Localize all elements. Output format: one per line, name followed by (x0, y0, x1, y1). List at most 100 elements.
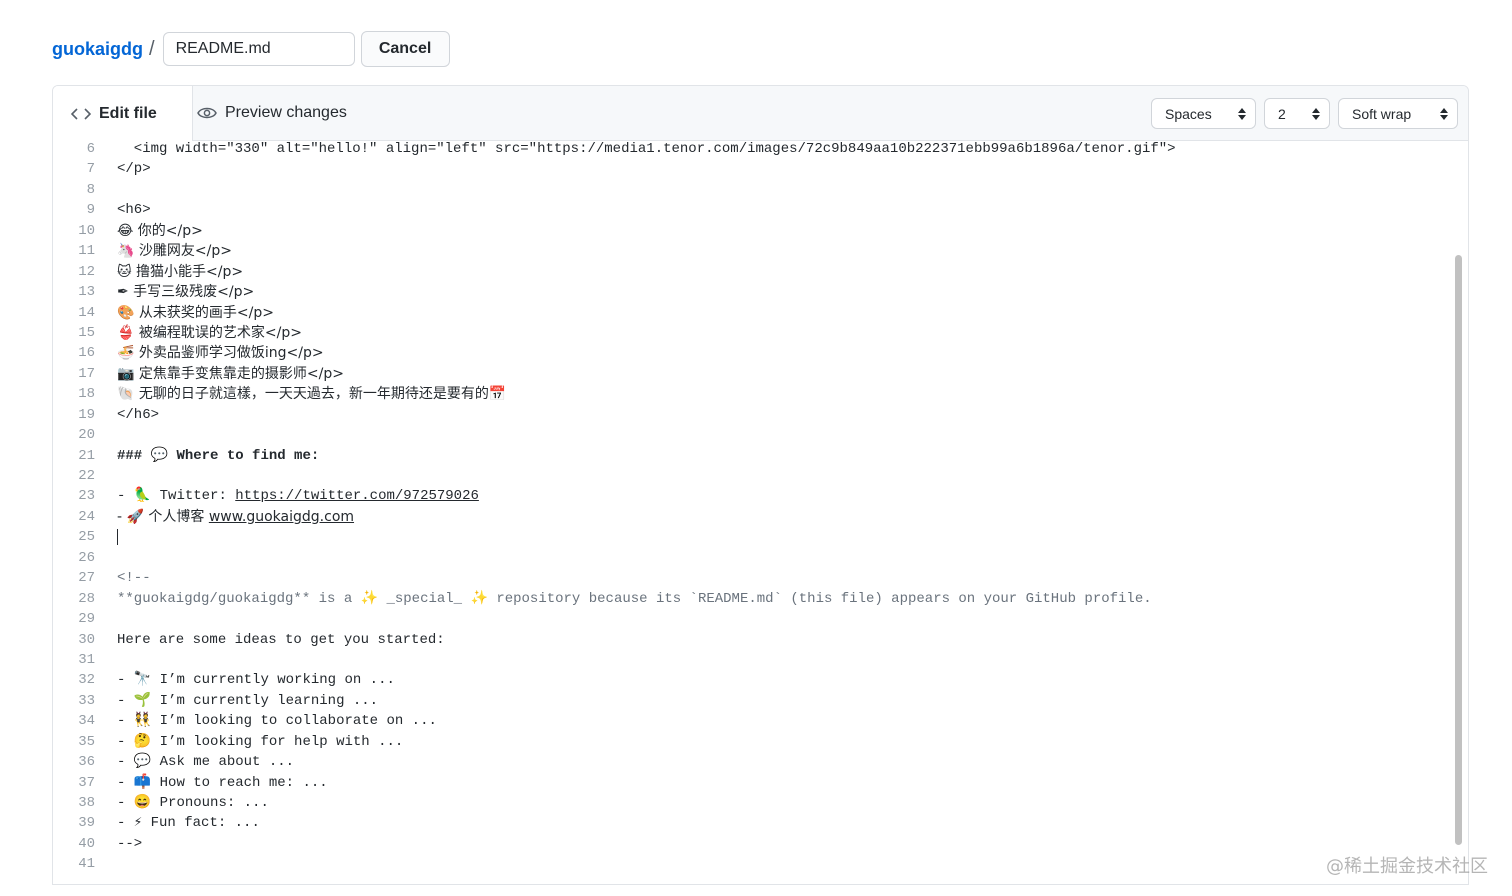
line-content: 🦄 沙雕网友</p> (117, 243, 232, 260)
tab-preview-label: Preview changes (225, 104, 347, 121)
line-content: <img width="330" alt="hello!" align="lef… (117, 141, 1176, 157)
select-arrows-icon (1238, 107, 1246, 120)
indent-size-select[interactable]: 2 (1264, 98, 1330, 129)
line-text: 📷 定焦靠手变焦靠走的摄影师</p> (117, 364, 344, 384)
breadcrumb-separator: / (149, 37, 155, 60)
code-line: 22 (53, 466, 1176, 486)
scrollbar-thumb[interactable] (1455, 255, 1462, 845)
line-text: 🍜 外卖品鉴师学习做饭ing</p> (117, 343, 324, 363)
code-line: 30 Here are some ideas to get you started… (53, 630, 1176, 650)
line-number: 41 (78, 856, 95, 873)
tab-preview-changes[interactable]: Preview changes (197, 86, 347, 140)
line-number: 31 (78, 651, 95, 668)
line-content: **guokaigdg/guokaigdg** is a ✨ _special_… (117, 590, 1152, 607)
code-editor[interactable]: 6 <img width="330" alt="hello!" align="l… (53, 141, 1468, 884)
code-line: 21 ### 💬 Where to find me: (53, 446, 1176, 466)
line-link[interactable]: https://twitter.com/972579026 (235, 488, 479, 504)
line-link[interactable]: www.guokaigdg.com (209, 509, 354, 525)
line-text: - ⚡ Fun fact: ... (117, 813, 260, 833)
text-cursor (117, 528, 118, 545)
line-text: 🎨 从未获奖的画手</p> (117, 303, 274, 323)
line-content: ### 💬 Where to find me: (117, 447, 320, 464)
line-text: <h6> (117, 200, 151, 220)
line-number: 40 (78, 835, 95, 852)
line-content: 🎨 从未获奖的画手</p> (117, 304, 274, 321)
line-number: 14 (78, 304, 95, 321)
line-number: 26 (78, 549, 95, 566)
line-number: 35 (78, 733, 95, 750)
wrap-mode-value: Soft wrap (1352, 105, 1412, 122)
line-text: ✒ 手写三级残废</p> (117, 282, 254, 302)
line-number: 8 (86, 181, 95, 198)
line-text: - 🌱 I’m currently learning ... (117, 691, 378, 711)
indent-size-value: 2 (1278, 105, 1286, 122)
code-lines: 6 <img width="330" alt="hello!" align="l… (53, 139, 1176, 875)
code-line: 20 (53, 425, 1176, 445)
watermark: @稀土掘金技术社区 (1326, 856, 1488, 877)
line-content: Here are some ideas to get you started: (117, 631, 445, 648)
filename-input[interactable] (162, 32, 355, 66)
line-number: 19 (78, 406, 95, 423)
code-line: 27 <!-- (53, 568, 1176, 588)
code-line: 9 <h6> (53, 200, 1176, 220)
code-line: 32 - 🔭 I’m currently working on ... (53, 670, 1176, 690)
line-text: - 🚀 个人博客 www.guokaigdg.com (117, 507, 354, 527)
code-line: 6 <img width="330" alt="hello!" align="l… (53, 139, 1176, 159)
line-content: 👙 被编程耽误的艺术家</p> (117, 324, 302, 341)
tab-edit-label: Edit file (99, 104, 157, 122)
vertical-scrollbar[interactable] (1453, 147, 1465, 884)
line-text: **guokaigdg/guokaigdg** is a ✨ _special_… (117, 589, 1152, 609)
code-line: 15 👙 被编程耽误的艺术家</p> (53, 323, 1176, 343)
line-number: 18 (78, 386, 95, 403)
line-number: 6 (86, 141, 95, 157)
line-content: 😂 你的</p> (117, 222, 203, 239)
line-number: 17 (78, 365, 95, 382)
indent-mode-select[interactable]: Spaces (1151, 98, 1256, 129)
line-content: - 🔭 I’m currently working on ... (117, 672, 395, 689)
editor-options: Spaces 2 Soft wrap (1143, 98, 1458, 129)
code-icon (71, 107, 91, 120)
line-text: - 💬 Ask me about ... (117, 752, 294, 772)
line-content: - 🚀 个人博客 (117, 508, 209, 525)
cancel-button[interactable]: Cancel (360, 31, 450, 67)
line-text: 😂 你的</p> (117, 221, 203, 241)
line-text: 👙 被编程耽误的艺术家</p> (117, 323, 302, 343)
code-line: 13 ✒ 手写三级残废</p> (53, 282, 1176, 302)
line-content: - 🤔 I’m looking for help with ... (117, 733, 404, 750)
line-text (117, 527, 118, 547)
code-line: 16 🍜 外卖品鉴师学习做饭ing</p> (53, 343, 1176, 363)
line-number: 29 (78, 611, 95, 628)
code-line: 31 (53, 650, 1176, 670)
line-content: - 😄 Pronouns: ... (117, 795, 269, 811)
wrap-mode-select[interactable]: Soft wrap (1338, 98, 1458, 129)
line-number: 22 (78, 468, 95, 484)
code-line: 25 (53, 527, 1176, 547)
code-line: 8 (53, 180, 1176, 200)
line-text: Here are some ideas to get you started: (117, 630, 445, 650)
tab-edit-file[interactable]: Edit file (53, 86, 193, 141)
code-line: 23 - 🦜 Twitter: https://twitter.com/97257… (53, 486, 1176, 506)
line-content: <!-- (117, 570, 151, 587)
code-line: 29 (53, 609, 1176, 629)
breadcrumb: guokaigdg / Cancel (52, 31, 450, 67)
code-line: 19 </h6> (53, 405, 1176, 425)
line-number: 25 (78, 529, 95, 546)
code-line: 17 📷 定焦靠手变焦靠走的摄影师</p> (53, 364, 1176, 384)
repo-owner-link[interactable]: guokaigdg (52, 39, 143, 60)
line-number: 16 (78, 345, 95, 362)
line-number: 11 (78, 243, 95, 260)
code-line: 18 🐚 无聊的日子就這樣，一天天過去，新一年期待还是要有的📅 (53, 384, 1176, 404)
line-text: 🐚 无聊的日子就這樣，一天天過去，新一年期待还是要有的📅 (117, 384, 506, 404)
line-text: </p> (117, 159, 151, 179)
line-content: - 💬 Ask me about ... (117, 754, 295, 771)
line-number: 33 (78, 692, 95, 709)
line-content: 📷 定焦靠手变焦靠走的摄影师</p> (117, 365, 344, 382)
line-number: 32 (78, 672, 95, 689)
select-arrows-icon (1312, 107, 1320, 120)
line-text: - 🦜 Twitter: https://twitter.com/9725790… (117, 486, 479, 506)
code-line: 12 🐱 撸猫小能手</p> (53, 262, 1176, 282)
code-line: 37 - 📫 How to reach me: ... (53, 773, 1176, 793)
line-text: 🐱 撸猫小能手</p> (117, 262, 243, 282)
line-number: 36 (78, 754, 95, 771)
line-content: - 📫 How to reach me: ... (117, 774, 328, 791)
